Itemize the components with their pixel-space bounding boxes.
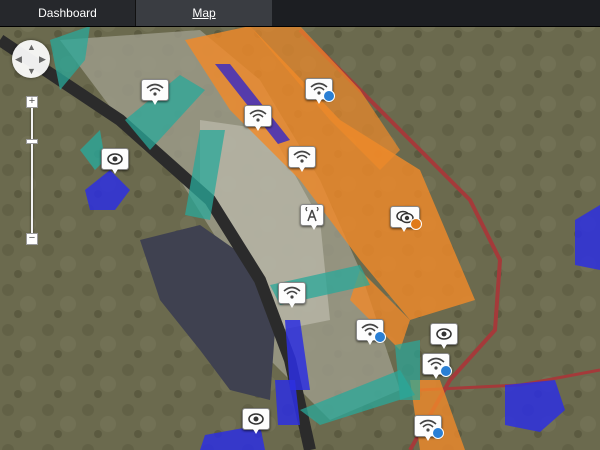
marker-camera-icon[interactable] [242, 408, 270, 434]
marker-wifi-camera-icon[interactable] [305, 78, 335, 104]
pan-down-icon[interactable]: ▼ [27, 67, 36, 76]
pan-up-icon[interactable]: ▲ [27, 43, 36, 52]
pan-left-icon[interactable]: ◀ [15, 55, 22, 64]
pan-right-icon[interactable]: ▶ [39, 55, 46, 64]
marker-wifi-camera-icon[interactable] [356, 319, 386, 345]
zoom-in-button[interactable]: + [26, 96, 38, 108]
zoom-slider-handle[interactable] [26, 139, 38, 144]
marker-wifi-icon[interactable] [278, 282, 306, 308]
marker-wifi-icon[interactable] [244, 105, 272, 131]
marker-wifi-icon[interactable] [288, 146, 316, 172]
zoom-slider-track[interactable] [31, 108, 33, 236]
zoom-out-button[interactable]: − [26, 233, 38, 245]
tab-dashboard[interactable]: Dashboard [0, 0, 136, 26]
tab-map[interactable]: Map [136, 0, 272, 26]
marker-radio-tower-icon[interactable] [300, 204, 324, 230]
map-terrain [0, 26, 600, 450]
satellite-map[interactable]: ▲ ▼ ◀ ▶ + − [0, 26, 600, 450]
marker-wifi-icon[interactable] [141, 79, 169, 105]
marker-wifi-camera-icon[interactable] [414, 415, 444, 441]
pan-control[interactable]: ▲ ▼ ◀ ▶ [12, 40, 50, 78]
marker-wifi-camera-icon[interactable] [422, 353, 452, 379]
marker-camera-stack-icon[interactable] [390, 206, 422, 232]
top-tab-bar: Dashboard Map [0, 0, 600, 27]
marker-camera-icon[interactable] [101, 148, 129, 174]
marker-camera-icon[interactable] [430, 323, 458, 349]
